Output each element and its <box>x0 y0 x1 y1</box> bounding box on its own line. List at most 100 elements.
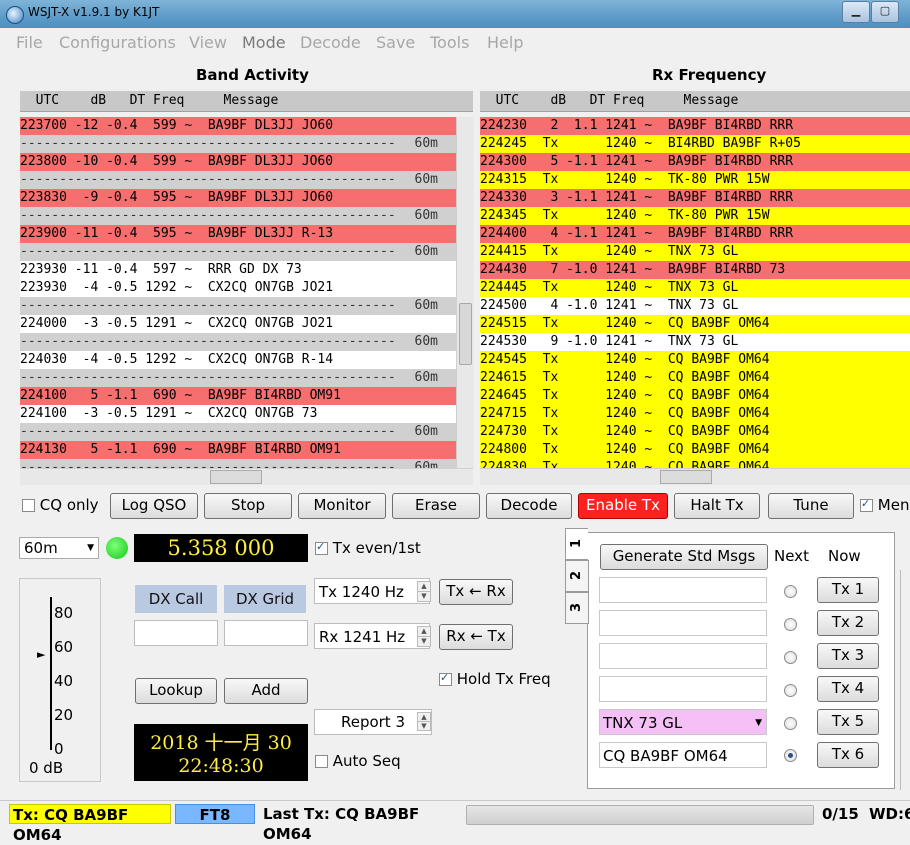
table-row[interactable]: 224300 5 -1.1 1241 ~ BA9BF BI4RBD RRR <box>480 153 910 171</box>
tab-1[interactable]: 1 <box>565 528 588 560</box>
dx-grid-input[interactable] <box>224 620 308 646</box>
table-row[interactable]: 224100 5 -1.1 690 ~ BA9BF BI4RBD OM91 <box>20 387 456 405</box>
maximize-button[interactable]: ▢ <box>871 1 899 23</box>
table-row[interactable]: 224445 Tx 1240 ~ TNX 73 GL <box>480 279 910 297</box>
table-row[interactable]: 224000 -3 -0.5 1291 ~ CX2CQ ON7GB JO21 <box>20 315 456 333</box>
menu-help[interactable]: Help <box>487 33 523 52</box>
lookup-button[interactable]: Lookup <box>135 678 217 704</box>
table-row[interactable]: 224830 Tx 1240 ~ CQ BA9BF OM64 <box>480 459 910 468</box>
spin-down-icon[interactable]: ▼ <box>417 721 431 731</box>
table-row[interactable]: 224130 5 -1.1 690 ~ BA9BF BI4RBD OM91 <box>20 441 456 459</box>
tx3-now-button[interactable]: Tx 3 <box>817 643 879 669</box>
tab-3[interactable]: 3 <box>565 592 589 624</box>
tx1-next-radio[interactable] <box>784 585 797 598</box>
separator-row[interactable]: ----------------------------------------… <box>20 207 456 225</box>
checkbox-box[interactable] <box>860 497 873 512</box>
table-row[interactable]: 223830 -9 -0.4 595 ~ BA9BF DL3JJ JO60 <box>20 189 456 207</box>
hscroll-thumb[interactable] <box>660 470 712 484</box>
tx6-next-radio[interactable] <box>784 749 797 762</box>
table-row[interactable]: 224615 Tx 1240 ~ CQ BA9BF OM64 <box>480 369 910 387</box>
checkbox-box[interactable] <box>22 499 35 512</box>
menu-decode[interactable]: Decode <box>300 33 361 52</box>
table-row[interactable]: 224645 Tx 1240 ~ CQ BA9BF OM64 <box>480 387 910 405</box>
rx-from-tx-button[interactable]: Rx ← Tx <box>439 624 513 650</box>
band-activity-vscroll[interactable] <box>456 117 474 468</box>
tx2-next-radio[interactable] <box>784 618 797 631</box>
spin-down-icon[interactable]: ▼ <box>417 591 431 602</box>
tx2-now-button[interactable]: Tx 2 <box>817 610 879 636</box>
table-row[interactable]: 224430 7 -1.0 1241 ~ BA9BF BI4RBD 73 <box>480 261 910 279</box>
minimize-button[interactable]: ▁ <box>842 1 870 23</box>
table-row[interactable]: 224415 Tx 1240 ~ TNX 73 GL <box>480 243 910 261</box>
tx3-message-input[interactable] <box>599 643 767 669</box>
tx1-message-input[interactable] <box>599 577 767 603</box>
menu-view[interactable]: View <box>189 33 227 52</box>
menu-save[interactable]: Save <box>376 33 415 52</box>
tx2-message-input[interactable] <box>599 610 767 636</box>
auto-seq-checkbox[interactable]: Auto Seq <box>315 752 401 770</box>
scroll-thumb[interactable] <box>459 303 472 365</box>
tx3-next-radio[interactable] <box>784 651 797 664</box>
separator-row[interactable]: ----------------------------------------… <box>20 459 456 468</box>
table-row[interactable]: 224330 3 -1.1 1241 ~ BA9BF BI4RBD RRR <box>480 189 910 207</box>
table-row[interactable]: 223900 -11 -0.4 595 ~ BA9BF DL3JJ R-13 <box>20 225 456 243</box>
enable-tx-button[interactable]: Enable Tx <box>578 493 668 519</box>
band-activity-hscroll[interactable] <box>20 468 473 485</box>
log-qso-button[interactable]: Log QSO <box>110 493 198 519</box>
menus-checkbox[interactable]: Menus <box>860 496 910 514</box>
table-row[interactable]: 224500 4 -1.0 1241 ~ TNX 73 GL <box>480 297 910 315</box>
separator-row[interactable]: ----------------------------------------… <box>20 297 456 315</box>
table-row[interactable]: 224100 -3 -0.5 1291 ~ CX2CQ ON7GB 73 <box>20 405 456 423</box>
table-row[interactable]: 224545 Tx 1240 ~ CQ BA9BF OM64 <box>480 351 910 369</box>
tab-2[interactable]: 2 <box>565 560 589 592</box>
table-row[interactable]: 223930 -4 -0.5 1292 ~ CX2CQ ON7GB JO21 <box>20 279 456 297</box>
separator-row[interactable]: ----------------------------------------… <box>20 423 456 441</box>
menu-file[interactable]: File <box>16 33 43 52</box>
table-row[interactable]: 223800 -10 -0.4 599 ~ BA9BF DL3JJ JO60 <box>20 153 456 171</box>
monitor-button[interactable]: Monitor <box>298 493 386 519</box>
table-row[interactable]: 224530 9 -1.0 1241 ~ TNX 73 GL <box>480 333 910 351</box>
tx4-message-input[interactable] <box>599 676 767 702</box>
table-row[interactable]: 224730 Tx 1240 ~ CQ BA9BF OM64 <box>480 423 910 441</box>
tx4-next-radio[interactable] <box>784 684 797 697</box>
tx5-now-button[interactable]: Tx 5 <box>817 709 879 735</box>
table-row[interactable]: 224715 Tx 1240 ~ CQ BA9BF OM64 <box>480 405 910 423</box>
report-spinbox[interactable]: Report 3 <box>314 709 432 735</box>
rx-freq-spinbox[interactable]: Rx 1241 Hz <box>314 623 430 649</box>
tune-button[interactable]: Tune <box>768 493 854 519</box>
rx-frequency-hscroll[interactable] <box>480 468 910 485</box>
table-row[interactable]: 224515 Tx 1240 ~ CQ BA9BF OM64 <box>480 315 910 333</box>
checkbox-box[interactable] <box>315 755 328 768</box>
rx-frequency-list[interactable]: 224230 2 1.1 1241 ~ BA9BF BI4RBD RRR 2242… <box>480 117 910 468</box>
tx1-now-button[interactable]: Tx 1 <box>817 577 879 603</box>
spin-down-icon[interactable]: ▼ <box>417 636 431 647</box>
hold-tx-freq-checkbox[interactable]: Hold Tx Freq <box>439 670 551 688</box>
tx-freq-spinbox[interactable]: Tx 1240 Hz <box>314 578 430 604</box>
separator-row[interactable]: ----------------------------------------… <box>20 171 456 189</box>
hscroll-thumb[interactable] <box>210 470 262 484</box>
table-row[interactable]: 224315 Tx 1240 ~ TK-80 PWR 15W <box>480 171 910 189</box>
table-row[interactable]: 224245 Tx 1240 ~ BI4RBD BA9BF R+05 <box>480 135 910 153</box>
generate-std-msgs-button[interactable]: Generate Std Msgs <box>600 544 768 570</box>
tx-even-checkbox[interactable]: Tx even/1st <box>315 539 421 557</box>
tx5-message-select[interactable]: TNX 73 GL ▼ <box>599 709 767 735</box>
checkbox-box[interactable] <box>439 671 452 686</box>
decode-button[interactable]: Decode <box>486 493 572 519</box>
tx6-now-button[interactable]: Tx 6 <box>817 742 879 768</box>
stop-button[interactable]: Stop <box>204 493 292 519</box>
table-row[interactable]: 224400 4 -1.1 1241 ~ BA9BF BI4RBD RRR <box>480 225 910 243</box>
table-row[interactable]: 223700 -12 -0.4 599 ~ BA9BF DL3JJ JO60 <box>20 117 456 135</box>
menu-tools[interactable]: Tools <box>430 33 469 52</box>
table-row[interactable]: 224345 Tx 1240 ~ TK-80 PWR 15W <box>480 207 910 225</box>
separator-row[interactable]: ----------------------------------------… <box>20 333 456 351</box>
table-row[interactable]: 223930 -11 -0.4 597 ~ RRR GD DX 73 <box>20 261 456 279</box>
dx-call-input[interactable] <box>134 620 218 646</box>
checkbox-box[interactable] <box>315 540 328 555</box>
add-button[interactable]: Add <box>224 678 308 704</box>
tx6-message-input[interactable]: CQ BA9BF OM64 <box>599 742 767 768</box>
erase-button[interactable]: Erase <box>392 493 480 519</box>
tx5-next-radio[interactable] <box>784 717 797 730</box>
menu-configurations[interactable]: Configurations <box>59 33 176 52</box>
tx4-now-button[interactable]: Tx 4 <box>817 676 879 702</box>
table-row[interactable]: 224230 2 1.1 1241 ~ BA9BF BI4RBD RRR <box>480 117 910 135</box>
